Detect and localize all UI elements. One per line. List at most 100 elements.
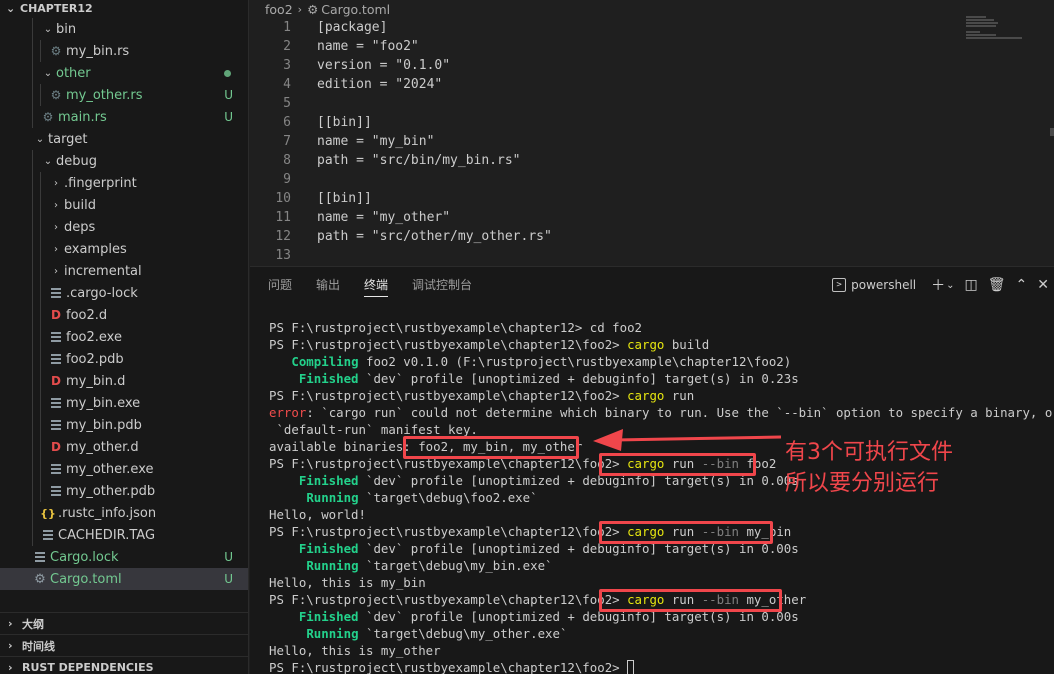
section-rust-dependencies[interactable]: › RUST DEPENDENCIES (0, 657, 248, 674)
file-item[interactable]: ⚙ my_other.rs U (0, 84, 248, 106)
folder-item[interactable]: › .fingerprint (0, 172, 248, 194)
file-item[interactable]: Dmy_other.d (0, 436, 248, 458)
file-item[interactable]: foo2.pdb (0, 348, 248, 370)
file-item[interactable]: my_bin.exe (0, 392, 248, 414)
folder-item[interactable]: ⌄ debug (0, 150, 248, 172)
file-item[interactable]: my_other.exe (0, 458, 248, 480)
file-item[interactable]: Dfoo2.d (0, 304, 248, 326)
tab-problems[interactable]: 问题 (268, 267, 292, 303)
breadcrumb-file[interactable]: Cargo.toml (321, 2, 390, 17)
indent-guide (32, 436, 33, 458)
folder-item[interactable]: › deps (0, 216, 248, 238)
code-line: 11 name = "my_other" (250, 208, 552, 227)
file-item[interactable]: {} .rustc_info.json (0, 502, 248, 524)
text-file-icon (48, 353, 64, 366)
close-icon[interactable]: ✕ (1037, 277, 1049, 293)
code-editor[interactable]: 1 [package] 2 name = "foo2" 3 version = "0.1.… (250, 18, 552, 265)
terminal-segment: `target\debug\foo2.exe` (358, 490, 538, 505)
explorer-root-title: CHAPTER12 (20, 1, 93, 15)
chevron-right-icon: › (8, 639, 13, 652)
folder-item[interactable]: › incremental (0, 260, 248, 282)
indent-guide (32, 304, 33, 326)
terminal-cursor (627, 660, 635, 674)
indent-guide (40, 348, 41, 370)
indent-guide (32, 326, 33, 348)
chevron-up-icon[interactable]: ⌃ (1016, 277, 1028, 293)
editor-scrollbar[interactable] (1050, 128, 1054, 136)
text-file-icon (48, 485, 64, 498)
file-item[interactable]: Cargo.lock U (0, 546, 248, 568)
file-item[interactable]: foo2.exe (0, 326, 248, 348)
tab-debug-console[interactable]: 调试控制台 (412, 267, 472, 303)
split-icon[interactable]: ◫ (965, 277, 978, 293)
code-text: edition = "2024" (317, 77, 443, 92)
indent-guide (40, 370, 41, 392)
tree-item-label: deps (64, 219, 96, 235)
trash-icon[interactable]: 🗑 (988, 277, 1006, 293)
terminal-segment: Hello, this is my_bin (269, 575, 426, 590)
section-timeline[interactable]: › 时间线 (0, 635, 248, 657)
folder-item[interactable]: ⌄ other (0, 62, 248, 84)
terminal-selector[interactable]: > powershell (832, 278, 916, 292)
folder-item[interactable]: › examples (0, 238, 248, 260)
file-item[interactable]: my_bin.pdb (0, 414, 248, 436)
tab-terminal[interactable]: 终端 (364, 267, 389, 303)
tree-item-label: my_other.d (66, 439, 139, 455)
terminal-line: Hello, this is my_other (269, 642, 1054, 659)
terminal-segment: Running (306, 626, 359, 641)
code-text: version = "0.1.0" (317, 58, 451, 73)
code-text: path = "src/bin/my_bin.rs" (317, 153, 521, 168)
tab-output[interactable]: 输出 (316, 267, 340, 303)
indent-guide (40, 216, 41, 238)
file-item[interactable]: ⚙ Cargo.toml U (0, 568, 248, 590)
code-line: 12 path = "src/other/my_other.rs" (250, 227, 551, 246)
tree-item-label: .fingerprint (64, 175, 137, 191)
indent-guide (40, 260, 41, 282)
tree-item-label: foo2.pdb (66, 351, 124, 367)
folder-item[interactable]: ⌄ target (0, 128, 248, 150)
json-file-icon: {} (40, 506, 56, 520)
terminal-line: PS F:\rustproject\rustbyexample\chapter1… (269, 387, 1054, 404)
folder-item[interactable]: › build (0, 194, 248, 216)
breadcrumb: foo2 › ⚙ Cargo.toml (265, 0, 390, 18)
text-file-icon (48, 331, 64, 344)
chevron-down-icon: ⌄ (35, 133, 45, 145)
file-item[interactable]: Dmy_bin.d (0, 370, 248, 392)
section-rust-dependencies-label: RUST DEPENDENCIES (22, 661, 154, 674)
indent-guide (32, 282, 33, 304)
terminal-segment: PS F:\rustproject\rustbyexample\chapter1… (269, 660, 628, 674)
plus-icon[interactable]: ＋ (931, 275, 945, 295)
indent-guide (32, 84, 33, 106)
indent-guide (32, 370, 33, 392)
line-number: 7 (283, 134, 291, 149)
terminal-segment: PS F:\rustproject\rustbyexample\chapter1… (269, 524, 628, 539)
chevron-down-icon[interactable]: ⌄ (946, 280, 954, 291)
chevron-right-icon: › (54, 265, 58, 277)
tree-item-label: Cargo.toml (50, 571, 122, 587)
text-file-icon (48, 287, 64, 300)
tree-item-label: main.rs (58, 109, 107, 125)
explorer-root-header[interactable]: ⌄ CHAPTER12 (0, 0, 248, 16)
terminal-line: PS F:\rustproject\rustbyexample\chapter1… (269, 659, 1054, 674)
file-item[interactable]: CACHEDIR.TAG (0, 524, 248, 546)
terminal-segment: Running (306, 558, 359, 573)
explorer-sidebar: ⌄ CHAPTER12 ⌄ bin ⚙ my_bin.rs ⌄ other ⚙ my_othe… (0, 0, 249, 674)
file-item[interactable]: my_other.pdb (0, 480, 248, 502)
section-outline[interactable]: › 大纲 (0, 613, 248, 635)
file-item[interactable]: .cargo-lock (0, 282, 248, 304)
indent-guide (32, 502, 33, 524)
tree-item-label: Cargo.lock (50, 549, 119, 565)
file-item[interactable]: ⚙ main.rs U (0, 106, 248, 128)
minimap[interactable] (966, 16, 1046, 48)
tree-item-label: target (48, 131, 88, 147)
terminal-segment: Running (306, 490, 359, 505)
file-item[interactable]: ⚙ my_bin.rs (0, 40, 248, 62)
breadcrumb-folder[interactable]: foo2 (265, 2, 293, 17)
code-text: [[bin]] (317, 191, 372, 206)
folder-item[interactable]: ⌄ bin (0, 18, 248, 40)
rust-file-icon: ⚙ (42, 110, 54, 124)
panel-actions: > powershell ＋ ⌄ ◫ 🗑 ⌃ ✕ (832, 267, 1054, 303)
tree-item-label: my_bin.pdb (66, 417, 142, 433)
terminal-line: Running `target\debug\my_other.exe` (269, 625, 1054, 642)
